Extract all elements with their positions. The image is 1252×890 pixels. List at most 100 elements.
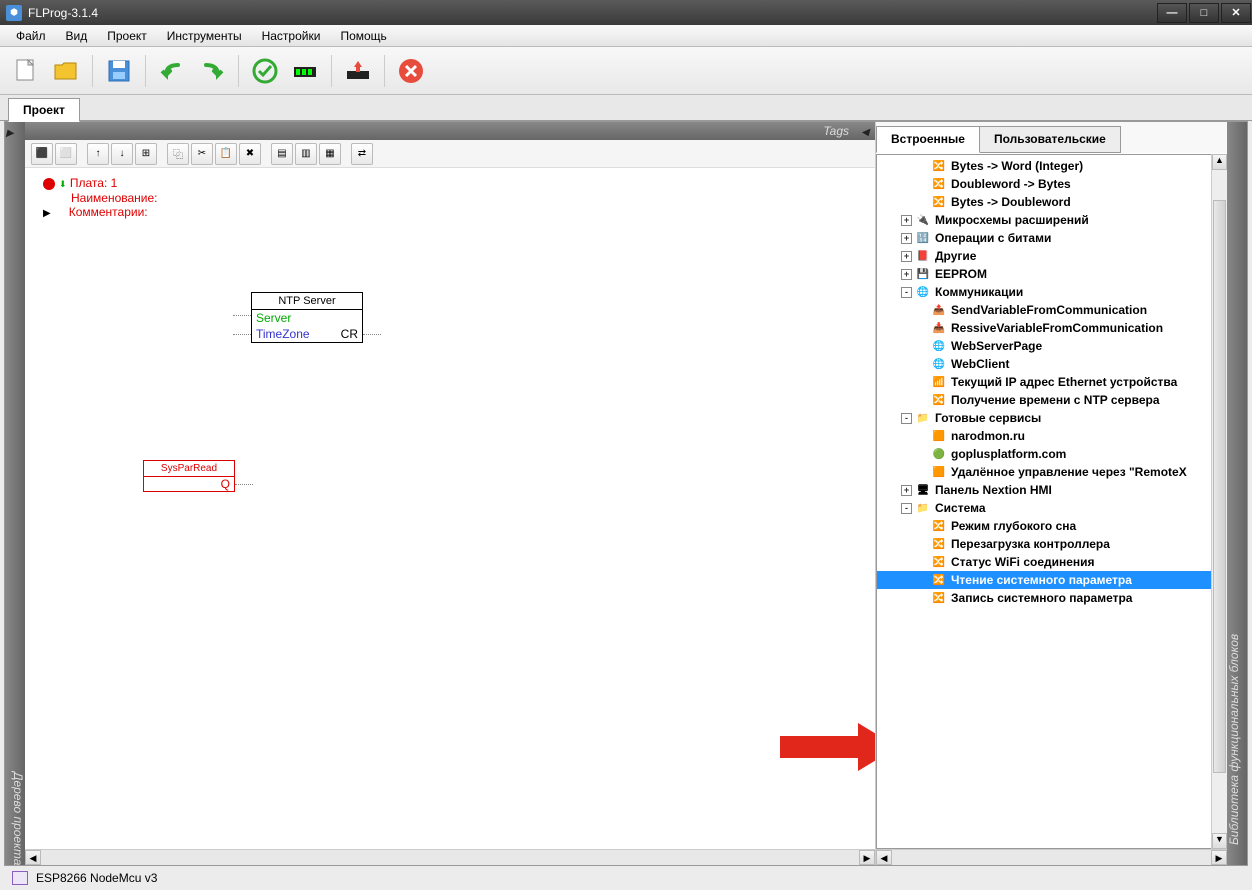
tree-node[interactable]: 🔀Режим глубокого сна bbox=[877, 517, 1226, 535]
node-icon: 📥 bbox=[931, 321, 947, 335]
tree-node[interactable]: +🖥Панель Nextion HMI bbox=[877, 481, 1226, 499]
maximize-button[interactable]: □ bbox=[1189, 3, 1219, 23]
expand-icon[interactable]: + bbox=[901, 233, 912, 244]
node-label: Получение времени с NTP сервера bbox=[951, 393, 1160, 407]
tags-bar[interactable]: Tags bbox=[25, 122, 875, 140]
menu-file[interactable]: Файл bbox=[8, 27, 54, 45]
tab-user[interactable]: Пользовательские bbox=[979, 126, 1121, 153]
design-canvas[interactable]: ⬇ Плата: 1 Наименование: ▶Комментарии: N… bbox=[25, 168, 875, 849]
tree-node[interactable]: 🔀Получение времени с NTP сервера bbox=[877, 391, 1226, 409]
scroll-left-icon[interactable]: ◀ bbox=[876, 850, 892, 865]
sysparread-block[interactable]: SysParRead Q bbox=[143, 460, 235, 492]
library-tabs: Встроенные Пользовательские bbox=[876, 126, 1227, 154]
new-file-button[interactable] bbox=[8, 53, 44, 89]
tree-node[interactable]: 🔀 Doubleword -> Bytes bbox=[877, 175, 1226, 193]
menu-help[interactable]: Помощь bbox=[332, 27, 394, 45]
compile-button[interactable] bbox=[287, 53, 323, 89]
tree-node[interactable]: 🟧narodmon.ru bbox=[877, 427, 1226, 445]
tree-node[interactable]: 🟢goplusplatform.com bbox=[877, 445, 1226, 463]
tool-delete-icon[interactable]: ✖ bbox=[239, 143, 261, 165]
tool-align1-icon[interactable]: ▤ bbox=[271, 143, 293, 165]
tree-node[interactable]: +📕Другие bbox=[877, 247, 1226, 265]
tool-deselect-icon[interactable]: ⬜ bbox=[55, 143, 77, 165]
tool-align3-icon[interactable]: ▦ bbox=[319, 143, 341, 165]
down-arrow-icon: ⬇ bbox=[59, 179, 67, 189]
verify-button[interactable] bbox=[247, 53, 283, 89]
tree-node[interactable]: +💾EEPROM bbox=[877, 265, 1226, 283]
tree-node[interactable]: 🔀Перезагрузка контроллера bbox=[877, 535, 1226, 553]
node-label: Bytes -> Doubleword bbox=[951, 195, 1071, 209]
save-button[interactable] bbox=[101, 53, 137, 89]
node-icon: 🔀 bbox=[931, 159, 947, 173]
node-icon: 🔀 bbox=[931, 555, 947, 569]
tool-link-icon[interactable]: ⇄ bbox=[351, 143, 373, 165]
redo-button[interactable] bbox=[194, 53, 230, 89]
expand-icon[interactable]: + bbox=[901, 269, 912, 280]
menu-settings[interactable]: Настройки bbox=[254, 27, 329, 45]
scroll-right-icon[interactable]: ▶ bbox=[859, 850, 875, 865]
tree-node[interactable]: 🔀Запись системного параметра bbox=[877, 589, 1226, 607]
expand-icon[interactable]: + bbox=[901, 215, 912, 226]
menu-project[interactable]: Проект bbox=[99, 27, 155, 45]
minimize-button[interactable]: — bbox=[1157, 3, 1187, 23]
tree-node[interactable]: +🔌Микросхемы расширений bbox=[877, 211, 1226, 229]
expand-icon[interactable]: + bbox=[901, 251, 912, 262]
node-label: Doubleword -> Bytes bbox=[951, 177, 1071, 191]
undo-button[interactable] bbox=[154, 53, 190, 89]
close-button[interactable]: ✕ bbox=[1221, 3, 1251, 23]
expand-icon[interactable]: - bbox=[901, 287, 912, 298]
tree-node[interactable]: 🔀 Bytes -> Word (Integer) bbox=[877, 157, 1226, 175]
tool-align2-icon[interactable]: ▥ bbox=[295, 143, 317, 165]
library-strip-label: Библиотека функциональных блоков bbox=[1227, 634, 1247, 845]
main-area: Дерево проекта ▶ Tags ⬛ ⬜ ↑ ↓ ⊞ ⿻ ✂ 📋 ✖ … bbox=[4, 121, 1248, 866]
ntp-server-block[interactable]: NTP Server Server TimeZoneCR bbox=[251, 292, 363, 343]
tool-paste-icon[interactable]: 📋 bbox=[215, 143, 237, 165]
tree-node[interactable]: +🔢Операции с битами bbox=[877, 229, 1226, 247]
menu-tools[interactable]: Инструменты bbox=[159, 27, 250, 45]
upload-button[interactable] bbox=[340, 53, 376, 89]
statusbar: ESP8266 NodeMcu v3 bbox=[0, 866, 1252, 890]
tree-node[interactable]: 🔀Чтение системного параметра bbox=[877, 571, 1226, 589]
scroll-thumb[interactable] bbox=[1213, 200, 1226, 773]
tool-copy-icon[interactable]: ⿻ bbox=[167, 143, 189, 165]
expand-icon[interactable]: - bbox=[901, 413, 912, 424]
tree-node[interactable]: -🌐Коммуникации bbox=[877, 283, 1226, 301]
tree-node[interactable]: 🌐WebServerPage bbox=[877, 337, 1226, 355]
project-tree-strip[interactable]: Дерево проекта ▶ bbox=[5, 122, 25, 865]
tool-cut-icon[interactable]: ✂ bbox=[191, 143, 213, 165]
tree-node[interactable]: 🔀Bytes -> Doubleword bbox=[877, 193, 1226, 211]
scroll-up-icon[interactable]: ▲ bbox=[1212, 154, 1227, 170]
window-title: FLProg-3.1.4 bbox=[28, 6, 1156, 20]
tool-up-icon[interactable]: ↑ bbox=[87, 143, 109, 165]
library-hscroll[interactable]: ◀ ▶ bbox=[876, 849, 1227, 865]
node-label: Bytes -> Word (Integer) bbox=[951, 159, 1083, 173]
scroll-right-icon[interactable]: ▶ bbox=[1211, 850, 1227, 865]
open-button[interactable] bbox=[48, 53, 84, 89]
library-vscroll[interactable]: ▲ ▼ bbox=[1211, 154, 1227, 849]
tree-node[interactable]: 📶Текущий IP адрес Ethernet устройства bbox=[877, 373, 1226, 391]
stop-button[interactable] bbox=[393, 53, 429, 89]
tree-node[interactable]: 📤SendVariableFromCommunication bbox=[877, 301, 1226, 319]
tab-builtin[interactable]: Встроенные bbox=[876, 126, 980, 153]
expand-icon[interactable]: + bbox=[901, 485, 912, 496]
canvas-hscroll[interactable]: ◀ ▶ bbox=[25, 849, 875, 865]
scroll-left-icon[interactable]: ◀ bbox=[25, 850, 41, 865]
node-icon: 🔀 bbox=[931, 177, 947, 191]
tool-select-icon[interactable]: ⬛ bbox=[31, 143, 53, 165]
library-tree[interactable]: 🔀 Bytes -> Word (Integer) 🔀 Doubleword -> B… bbox=[876, 154, 1227, 849]
tree-node[interactable]: 🔀Статус WiFi соединения bbox=[877, 553, 1226, 571]
tree-node[interactable]: 🟧Удалённое управление через "RemoteX bbox=[877, 463, 1226, 481]
tree-node[interactable]: -📁Готовые сервисы bbox=[877, 409, 1226, 427]
menu-view[interactable]: Вид bbox=[58, 27, 96, 45]
wire bbox=[233, 334, 251, 335]
tool-down-icon[interactable]: ↓ bbox=[111, 143, 133, 165]
tool-insert-icon[interactable]: ⊞ bbox=[135, 143, 157, 165]
tree-node[interactable]: 📥RessiveVariableFromCommunication bbox=[877, 319, 1226, 337]
tab-project[interactable]: Проект bbox=[8, 98, 80, 122]
status-board: ESP8266 NodeMcu v3 bbox=[36, 871, 157, 885]
expand-icon[interactable]: - bbox=[901, 503, 912, 514]
tree-node[interactable]: 🌐WebClient bbox=[877, 355, 1226, 373]
tree-node[interactable]: -📁Система bbox=[877, 499, 1226, 517]
scroll-down-icon[interactable]: ▼ bbox=[1212, 833, 1227, 849]
library-strip[interactable]: Библиотека функциональных блоков bbox=[1227, 122, 1247, 865]
